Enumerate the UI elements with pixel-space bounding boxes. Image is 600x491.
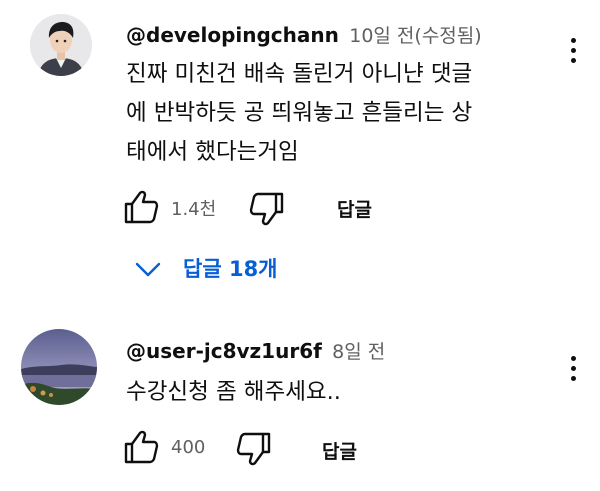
comment-line: 태에서 했다는거임 — [126, 139, 299, 165]
comment-line: 진짜 미친건 배속 돌린거 아니냔 댓글 — [126, 61, 473, 87]
dislike-button[interactable] — [236, 432, 272, 466]
reply-button[interactable]: 답글 — [337, 195, 372, 222]
thumbs-down-icon — [236, 432, 271, 466]
commenter-avatar[interactable] — [30, 14, 92, 76]
thumbs-down-icon — [249, 192, 284, 226]
more-vert-icon[interactable] — [563, 356, 583, 382]
chevron-down-icon — [135, 262, 161, 277]
comment-text: 수강신청 좀 해주세요.. — [126, 373, 341, 412]
comment-line: 에 반박하듯 공 띄워놓고 흔들리는 상 — [126, 100, 473, 126]
like-button[interactable] — [123, 190, 159, 224]
comment-line: 수강신청 좀 해주세요.. — [126, 379, 341, 405]
thumbs-up-icon — [124, 430, 159, 464]
thumbs-up-icon — [124, 190, 159, 224]
timestamp: 8일 전 — [332, 341, 386, 363]
commenter-avatar[interactable] — [21, 329, 97, 405]
like-count: 400 — [171, 437, 206, 458]
comment-text: 진짜 미친건 배속 돌린거 아니냔 댓글 에 반박하듯 공 띄워놓고 흔들리는 … — [126, 55, 472, 172]
author-handle[interactable]: @developingchann — [126, 23, 339, 47]
like-button[interactable] — [123, 430, 159, 464]
comment-actions: 1.4천 답글 — [0, 188, 600, 228]
dislike-button[interactable] — [249, 192, 285, 226]
comment-1: @developingchann 10일 전(수정됨) 진짜 미친건 배속 돌린… — [0, 0, 600, 300]
more-vert-icon[interactable] — [563, 38, 583, 64]
landscape-photo-icon — [21, 329, 97, 405]
reply-button[interactable]: 답글 — [322, 437, 357, 464]
boy-portrait-icon — [30, 14, 92, 76]
comment-header: @user-jc8vz1ur6f 8일 전 — [126, 337, 385, 364]
like-count: 1.4천 — [171, 199, 217, 220]
timestamp: 10일 전(수정됨) — [349, 25, 482, 47]
comment-header: @developingchann 10일 전(수정됨) — [126, 21, 482, 48]
comment-2: @user-jc8vz1ur6f 8일 전 수강신청 좀 해주세요.. 400 … — [0, 315, 600, 491]
author-handle[interactable]: @user-jc8vz1ur6f — [126, 339, 322, 363]
comment-actions: 400 답글 — [0, 428, 600, 468]
replies-count-label: 답글 18개 — [183, 257, 278, 281]
